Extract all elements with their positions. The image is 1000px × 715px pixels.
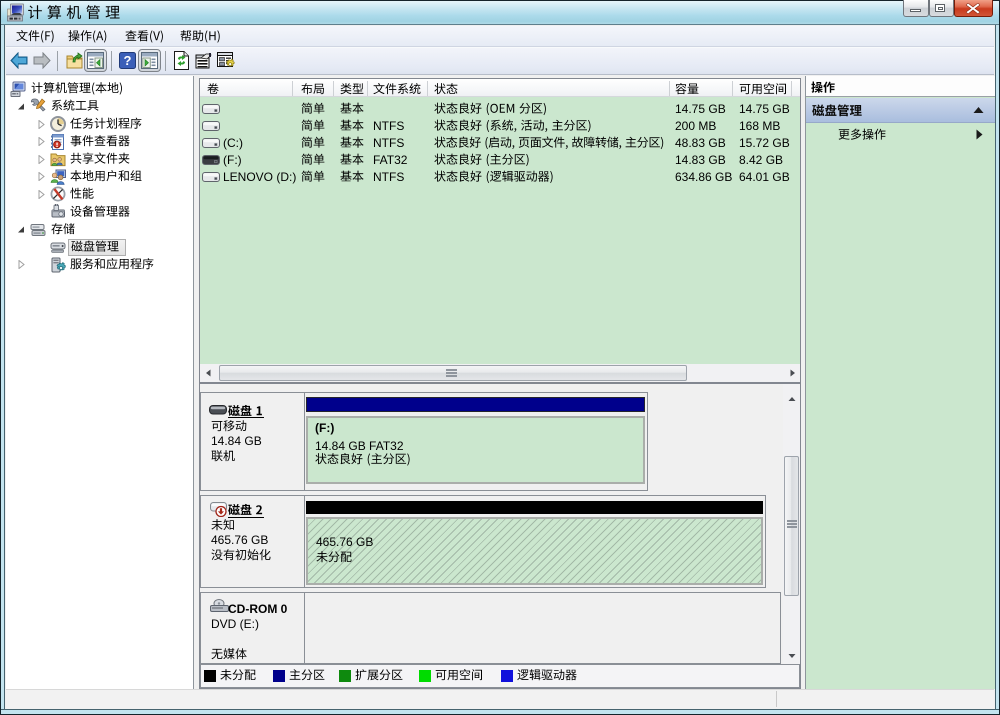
svg-text:?: ? <box>124 53 132 68</box>
